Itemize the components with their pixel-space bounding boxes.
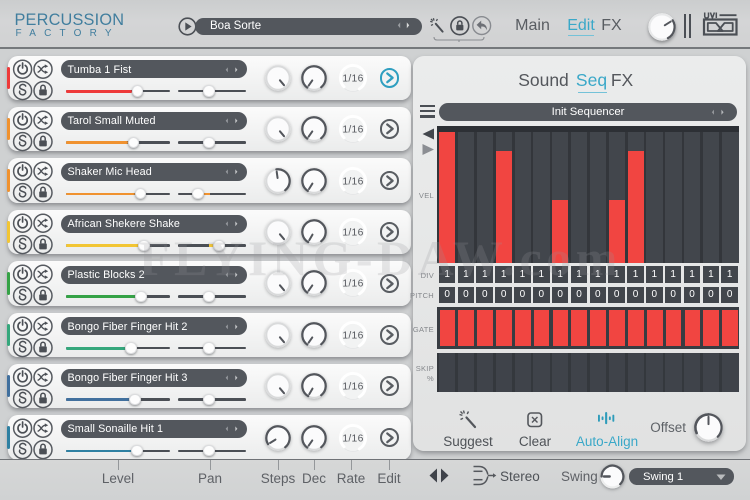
- svg-text:1/16: 1/16: [342, 330, 363, 341]
- svg-text:1/16: 1/16: [342, 73, 363, 84]
- svg-text:1/16: 1/16: [342, 176, 363, 187]
- svg-text:1/16: 1/16: [342, 433, 363, 444]
- svg-text:1/16: 1/16: [342, 125, 363, 136]
- svg-text:1/16: 1/16: [342, 382, 363, 393]
